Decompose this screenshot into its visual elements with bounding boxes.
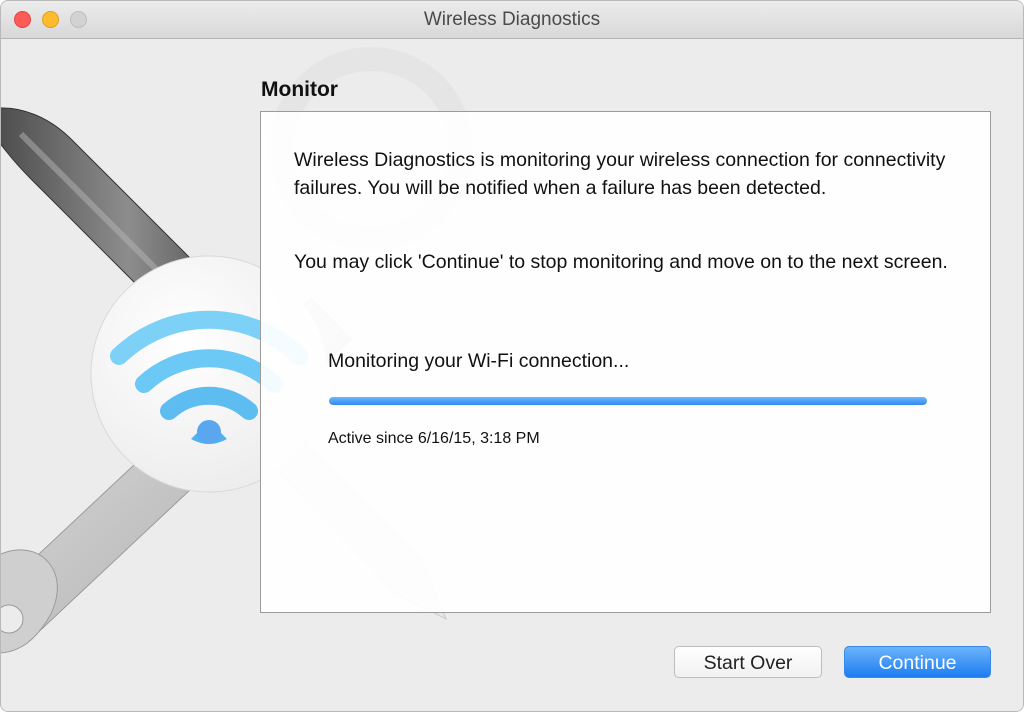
monitoring-description: Wireless Diagnostics is monitoring your …	[294, 149, 946, 199]
window-title: Wireless Diagnostics	[423, 9, 601, 30]
monitoring-progress-bar	[329, 397, 927, 405]
monitoring-status: Monitoring your Wi-Fi connection...	[328, 350, 630, 372]
wireless-diagnostics-window: Wireless Diagnostics Monitor Wireless Di…	[0, 0, 1024, 712]
start-over-button[interactable]: Start Over	[674, 646, 822, 678]
progress-fill	[329, 397, 927, 405]
title-bar[interactable]: Wireless Diagnostics	[1, 1, 1023, 39]
continue-instructions: You may click 'Continue' to stop monitor…	[294, 251, 948, 273]
window-content: Monitor Wireless Diagnostics is monitori…	[1, 39, 1023, 711]
monitor-panel: Wireless Diagnostics is monitoring your …	[260, 111, 991, 613]
section-title: Monitor	[261, 78, 338, 101]
active-since-label: Active since 6/16/15, 3:18 PM	[328, 430, 540, 447]
continue-button[interactable]: Continue	[844, 646, 991, 678]
